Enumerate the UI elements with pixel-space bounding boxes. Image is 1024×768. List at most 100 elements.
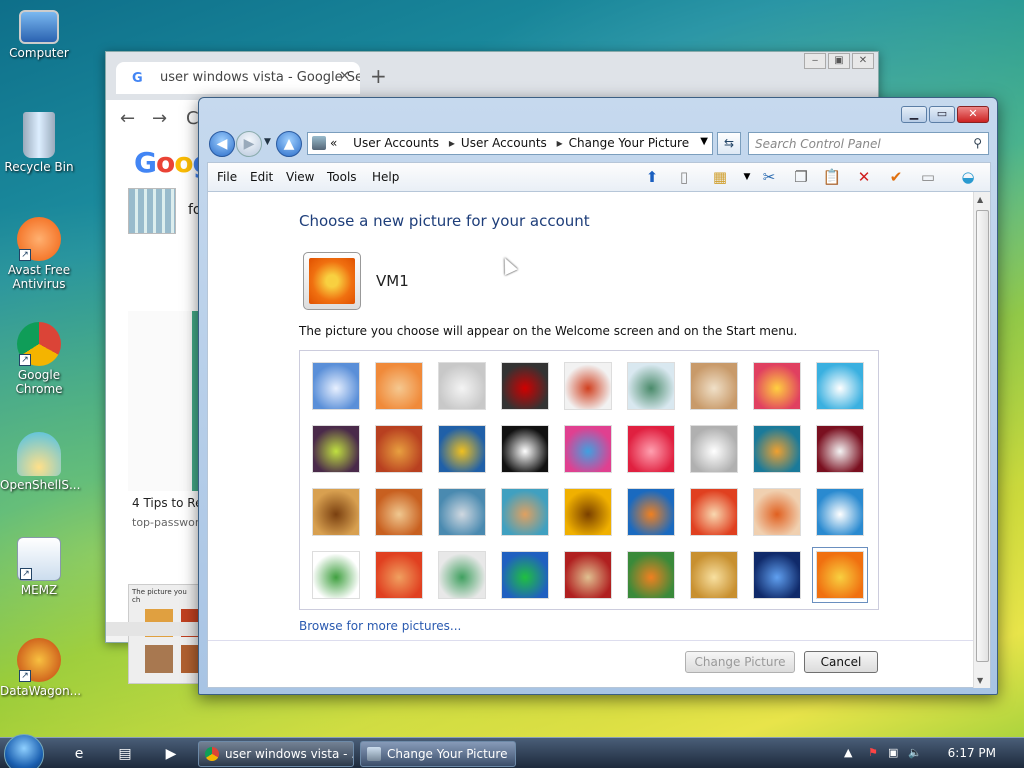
- chevron-down-icon[interactable]: ▼: [700, 136, 708, 147]
- picture-tile-kitten[interactable]: [690, 362, 738, 410]
- picture-tile-record-player[interactable]: [501, 362, 549, 410]
- picture-tile-window-green[interactable]: [501, 551, 549, 599]
- picture-tile-textile-pattern[interactable]: [564, 551, 612, 599]
- taskbar-task-chrome[interactable]: user windows vista - ...: [198, 741, 354, 767]
- picture-tile-butterfly[interactable]: [627, 551, 675, 599]
- picture-tile-doll[interactable]: [753, 488, 801, 536]
- picture-tile-stairs[interactable]: [753, 425, 801, 473]
- new-tab-button[interactable]: +: [370, 64, 387, 88]
- chevron-down-icon[interactable]: ▼: [736, 166, 758, 188]
- close-tab-icon[interactable]: ✕: [339, 69, 350, 84]
- picture-tile-marbles[interactable]: [438, 551, 486, 599]
- back-button[interactable]: ◀: [209, 131, 235, 157]
- control-panel-window[interactable]: ▁ ▭ ✕ ◀ ▶ ▼ ▲ « User Accounts ▸ User Accoun…: [198, 97, 998, 695]
- cut-icon[interactable]: ✂: [758, 166, 780, 188]
- picture-tile-shell-spiral[interactable]: [690, 551, 738, 599]
- picture-tile-roller-coaster[interactable]: [312, 362, 360, 410]
- search-input[interactable]: Search Control Panel ⚲: [748, 132, 989, 155]
- picture-tile-starfish[interactable]: [375, 362, 423, 410]
- breadcrumb-item[interactable]: User Accounts: [353, 136, 439, 150]
- picture-tile-sailboat[interactable]: [816, 488, 864, 536]
- browse-link[interactable]: Browse for more pictures...: [299, 619, 461, 633]
- picture-tile-guitar[interactable]: [312, 488, 360, 536]
- scrollbar-thumb[interactable]: [976, 210, 989, 662]
- picture-tile-sunflower[interactable]: [564, 488, 612, 536]
- picture-tile-leaf-yellow[interactable]: [438, 425, 486, 473]
- picture-tile-gyroscope[interactable]: [627, 362, 675, 410]
- result-card[interactable]: [128, 311, 202, 491]
- picture-tile-lighthouse[interactable]: [753, 551, 801, 599]
- paste-icon[interactable]: 📋: [821, 166, 843, 188]
- forward-arrow-icon[interactable]: →: [152, 108, 167, 129]
- picture-tile-crayons[interactable]: [564, 425, 612, 473]
- seashell-icon[interactable]: ◒: [957, 166, 979, 188]
- volume-icon[interactable]: 🔈: [908, 746, 922, 759]
- picture-tile-dog-border-collie[interactable]: [501, 425, 549, 473]
- picture-tile-flower-pink[interactable]: [753, 362, 801, 410]
- network-icon[interactable]: ▣: [888, 746, 898, 759]
- forward-button[interactable]: ▶: [236, 131, 262, 157]
- scroll-down-icon[interactable]: ▼: [977, 676, 983, 685]
- desktop-icon-avast[interactable]: ↗ Avast Free Antivirus: [0, 217, 78, 291]
- panes-icon[interactable]: ▯: [673, 166, 695, 188]
- explorer-icon[interactable]: ▤: [116, 745, 134, 763]
- desktop-icon-memz[interactable]: ↗ MEMZ: [0, 537, 78, 597]
- picture-tile-paper-star[interactable]: [627, 425, 675, 473]
- media-player-icon[interactable]: ▶: [162, 745, 180, 763]
- up-folder-icon[interactable]: ⬆: [641, 166, 663, 188]
- picture-tile-tin-robot[interactable]: [438, 488, 486, 536]
- picture-tile-daisy-orange[interactable]: [812, 547, 868, 603]
- menu-help[interactable]: Help: [372, 170, 399, 184]
- start-button[interactable]: [4, 734, 44, 768]
- desktop-icon-recycle-bin[interactable]: Recycle Bin: [0, 112, 78, 174]
- change-picture-button[interactable]: Change Picture: [685, 651, 795, 673]
- scroll-up-icon[interactable]: ▲: [977, 195, 983, 204]
- cancel-button[interactable]: Cancel: [804, 651, 878, 673]
- desktop-icon-datawagon[interactable]: ↗ DataWagon...: [0, 638, 81, 698]
- properties-icon[interactable]: ▭: [917, 166, 939, 188]
- picture-tile-lucky-cat[interactable]: [564, 362, 612, 410]
- refresh-button[interactable]: ⇆: [717, 132, 741, 155]
- address-box[interactable]: « User Accounts ▸ User Accounts ▸ Change Y…: [307, 132, 713, 155]
- taskbar-task-control-panel[interactable]: Change Your Picture: [360, 741, 516, 767]
- breadcrumb-item[interactable]: Change Your Picture: [569, 136, 689, 150]
- breadcrumb-item[interactable]: User Accounts: [461, 136, 547, 150]
- picture-tile-fabric-drape[interactable]: [501, 488, 549, 536]
- chrome-tab[interactable]: G user windows vista - Google Sear ✕: [116, 62, 360, 94]
- clock[interactable]: 6:17 PM: [948, 746, 996, 760]
- result-title[interactable]: 4 Tips to Re: [132, 496, 202, 510]
- restore-button[interactable]: ▣: [828, 53, 850, 69]
- breadcrumb-prefix[interactable]: «: [330, 136, 337, 150]
- menu-tools[interactable]: Tools: [327, 170, 357, 184]
- picture-tile-soccer-ball[interactable]: [312, 551, 360, 599]
- history-dropdown-icon[interactable]: ▼: [264, 137, 271, 147]
- maximize-button[interactable]: ▭: [929, 106, 955, 123]
- horizontal-scrollbar[interactable]: [106, 622, 206, 636]
- desktop-icon-chrome[interactable]: ↗ Google Chrome: [0, 322, 78, 396]
- search-icon[interactable]: ⚲: [973, 136, 982, 150]
- menu-view[interactable]: View: [286, 170, 314, 184]
- desktop-icon-computer[interactable]: Computer: [0, 10, 78, 60]
- image-thumbnail[interactable]: [128, 188, 176, 234]
- menu-edit[interactable]: Edit: [250, 170, 273, 184]
- up-button[interactable]: ▲: [276, 131, 302, 157]
- reload-icon[interactable]: C: [186, 108, 199, 129]
- picture-tile-fabric-stripes[interactable]: [375, 425, 423, 473]
- minimize-button[interactable]: ▁: [901, 106, 927, 123]
- picture-tile-pomeranian[interactable]: [375, 488, 423, 536]
- checkmark-icon[interactable]: ✔: [885, 166, 907, 188]
- picture-tile-origami-crane[interactable]: [816, 425, 864, 473]
- picture-tile-jacks[interactable]: [690, 425, 738, 473]
- vertical-scrollbar[interactable]: ▲ ▼: [973, 192, 990, 688]
- desktop-icon-openshell[interactable]: OpenShellS...: [0, 432, 80, 492]
- copy-icon[interactable]: ❐: [790, 166, 812, 188]
- close-button[interactable]: ✕: [852, 53, 874, 69]
- picture-tile-hot-air-balloon[interactable]: [690, 488, 738, 536]
- folder-options-icon[interactable]: ▦: [709, 166, 731, 188]
- picture-tile-fish[interactable]: [627, 488, 675, 536]
- internet-explorer-icon[interactable]: e: [70, 745, 88, 763]
- picture-tile-fabric-red[interactable]: [375, 551, 423, 599]
- picture-tile-robot-toy[interactable]: [438, 362, 486, 410]
- show-hidden-icons-icon[interactable]: ▲: [844, 746, 852, 759]
- minimize-button[interactable]: ‒: [804, 53, 826, 69]
